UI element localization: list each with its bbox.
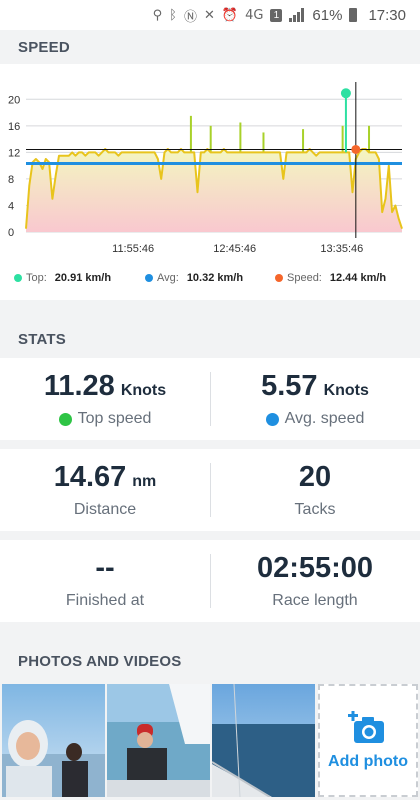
stats-section-title: STATS — [18, 330, 66, 348]
avg-speed-value: 5.57 — [261, 370, 318, 402]
distance-stats-card: 14.67 nm Distance 20 Tacks — [0, 449, 420, 531]
y-tick-label: 12 — [8, 147, 20, 159]
network-icon: 4G — [245, 7, 264, 23]
distance-unit: nm — [132, 473, 157, 490]
add-photo-label: Add photo — [328, 752, 408, 770]
avg-speed-label: Avg. speed — [284, 410, 365, 427]
top-speed-label: Top speed — [77, 410, 152, 427]
x-tick-label: 11:55:46 — [112, 243, 154, 255]
mute-icon: ✕ — [203, 7, 215, 23]
x-tick-label: 13:35:46 — [320, 243, 363, 255]
legend-speed-value: 12.44 km/h — [329, 272, 387, 284]
chart-legend: Top: 20.91 km/h Avg: 10.32 km/h Speed: 1… — [0, 270, 420, 286]
top-speed-unit: Knots — [120, 382, 167, 399]
race-stats-card: -- Finished at 02:55:00 Race length — [0, 540, 420, 622]
cursor-point — [351, 144, 361, 154]
y-tick-label: 8 — [8, 174, 14, 186]
top-speed-dot-icon — [58, 412, 72, 426]
avg-speed-unit: Knots — [323, 382, 369, 399]
legend-top-value: 20.91 km/h — [54, 272, 112, 284]
clock: 17:30 — [368, 6, 406, 24]
alarm-icon: ⏰ — [221, 7, 239, 23]
add-photo-button[interactable]: Add photo — [318, 684, 418, 797]
add-camera-icon — [348, 710, 384, 743]
y-tick-label: 4 — [8, 200, 14, 212]
photos-row: Add photo — [0, 680, 420, 800]
bluetooth-icon: ᛒ — [169, 7, 177, 23]
distance-stat: 14.67 nm Distance — [0, 449, 210, 531]
sim-icon: 1 — [270, 8, 283, 22]
legend-speed-label: Speed: — [287, 272, 322, 284]
battery-icon — [349, 8, 358, 22]
finished-stat: -- Finished at — [0, 540, 210, 622]
status-bar: ⚲ ᛒ Ⓝ ✕ ⏰ 4G 1 61% 17:30 — [0, 0, 420, 30]
tacks-label: Tacks — [294, 501, 336, 518]
race-length-stat: 02:55:00 Race length — [210, 540, 420, 622]
photos-section-title: PHOTOS AND VIDEOS — [18, 652, 182, 670]
top-speed-value: 11.28 — [43, 370, 115, 402]
speed-chart[interactable]: 0 4 8 12 16 20 11:55:46 12:45:46 13:35:46 — [0, 64, 420, 264]
tacks-stat: 20 Tacks — [210, 449, 420, 531]
tacks-value: 20 — [298, 461, 332, 493]
speed-chart-card[interactable]: 0 4 8 12 16 20 11:55:46 12:45:46 13:35:46 — [0, 64, 420, 300]
avg-dot-icon — [145, 274, 153, 282]
y-tick-label: 20 — [8, 94, 20, 106]
photo-thumbnail[interactable] — [2, 684, 105, 797]
top-point — [340, 88, 351, 99]
photo-thumbnail[interactable] — [107, 684, 210, 797]
speed-section-title: SPEED — [18, 38, 70, 56]
finished-label: Finished at — [65, 592, 145, 609]
legend-avg-label: Avg: — [157, 272, 179, 284]
speed-stats-card: 11.28 Knots Top speed 5.57 Knots Avg. spee… — [0, 358, 420, 440]
distance-value: 14.67 — [53, 461, 127, 493]
legend-speed: Speed: 12.44 km/h — [275, 272, 386, 284]
speed-area — [26, 149, 402, 232]
race-length-value: 02:55:00 — [256, 552, 374, 584]
top-dot-icon — [14, 274, 22, 282]
speed-dot-icon — [275, 274, 283, 282]
y-tick-label: 0 — [8, 227, 14, 239]
legend-avg-value: 10.32 km/h — [186, 272, 244, 284]
legend-top: Top: 20.91 km/h — [14, 272, 111, 284]
x-tick-label: 12:45:46 — [213, 243, 256, 255]
photo-thumbnail[interactable] — [212, 684, 315, 797]
race-length-label: Race length — [272, 592, 358, 609]
status-icons: ⚲ ᛒ Ⓝ ✕ ⏰ 4G 1 61% 17:30 — [153, 6, 406, 25]
battery-percent: 61% — [312, 6, 343, 24]
finished-value: -- — [95, 552, 115, 584]
legend-top-label: Top: — [26, 272, 47, 284]
location-icon: ⚲ — [152, 7, 163, 23]
nfc-icon: Ⓝ — [183, 9, 197, 25]
avg-speed-stat: 5.57 Knots Avg. speed — [210, 358, 420, 440]
distance-label: Distance — [73, 501, 137, 518]
y-tick-label: 16 — [8, 121, 20, 133]
legend-avg: Avg: 10.32 km/h — [145, 272, 243, 284]
top-speed-stat: 11.28 Knots Top speed — [0, 358, 210, 440]
signal-icon — [289, 8, 305, 22]
avg-speed-dot-icon — [265, 412, 279, 426]
